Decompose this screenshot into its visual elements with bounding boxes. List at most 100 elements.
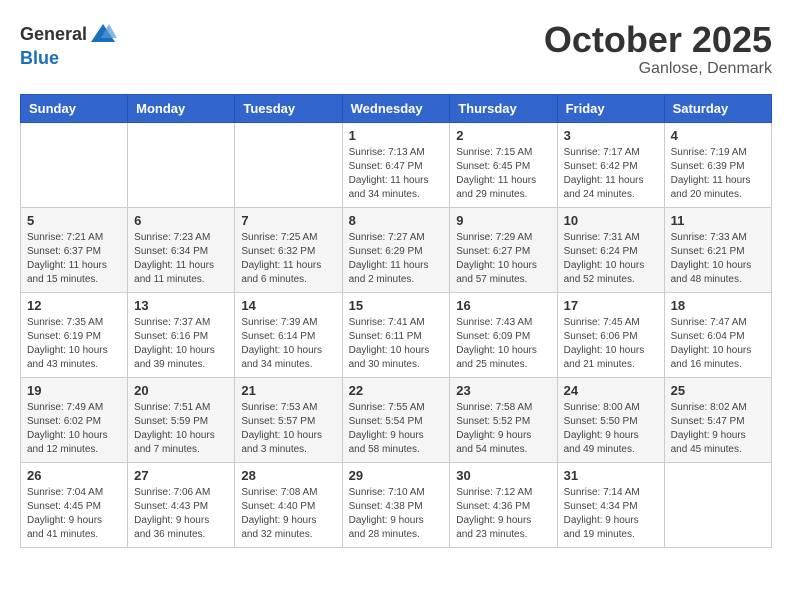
day-number: 2 [456, 128, 550, 143]
day-number: 28 [241, 468, 335, 483]
calendar-cell: 1 Sunrise: 7:13 AM Sunset: 6:47 PM Daylig… [342, 122, 450, 207]
calendar-cell: 20 Sunrise: 7:51 AM Sunset: 5:59 PM Dayli… [128, 377, 235, 462]
calendar-cell: 31Sunrise: 7:14 AM Sunset: 4:34 PM Dayli… [557, 462, 664, 547]
day-number: 13 [134, 298, 228, 313]
calendar-cell: 8Sunrise: 7:27 AM Sunset: 6:29 PM Daylig… [342, 207, 450, 292]
day-info: Sunrise: 7:29 AM Sunset: 6:27 PM Dayligh… [456, 231, 550, 287]
calendar-cell: 10 Sunrise: 7:31 AM Sunset: 6:24 PM Dayli… [557, 207, 664, 292]
day-number: 26 [27, 468, 121, 483]
day-info: Sunrise: 7:19 AM Sunset: 6:39 PM Dayligh… [671, 146, 765, 202]
day-info: Sunrise: 8:00 AM Sunset: 5:50 PM Dayligh… [564, 401, 658, 457]
calendar-cell: 17 Sunrise: 7:45 AM Sunset: 6:06 PM Dayli… [557, 292, 664, 377]
calendar-cell [664, 462, 771, 547]
day-number: 9 [456, 213, 550, 228]
calendar-week-row: 5Sunrise: 7:21 AM Sunset: 6:37 PM Daylig… [21, 207, 772, 292]
day-number: 15 [349, 298, 444, 313]
day-number: 30 [456, 468, 550, 483]
day-number: 22 [349, 383, 444, 398]
day-header-monday: Monday [128, 94, 235, 122]
day-number: 20 [134, 383, 228, 398]
day-number: 23 [456, 383, 550, 398]
day-number: 11 [671, 213, 765, 228]
day-info: Sunrise: 7:06 AM Sunset: 4:43 PM Dayligh… [134, 486, 228, 542]
day-info: Sunrise: 7:41 AM Sunset: 6:11 PM Dayligh… [349, 316, 444, 372]
calendar-cell: 24Sunrise: 8:00 AM Sunset: 5:50 PM Dayli… [557, 377, 664, 462]
calendar-week-row: 26 Sunrise: 7:04 AM Sunset: 4:45 PM Dayli… [21, 462, 772, 547]
day-number: 1 [349, 128, 444, 143]
day-number: 31 [564, 468, 658, 483]
calendar-cell: 27Sunrise: 7:06 AM Sunset: 4:43 PM Dayli… [128, 462, 235, 547]
day-number: 7 [241, 213, 335, 228]
calendar-cell: 28 Sunrise: 7:08 AM Sunset: 4:40 PM Dayli… [235, 462, 342, 547]
day-header-saturday: Saturday [664, 94, 771, 122]
day-number: 4 [671, 128, 765, 143]
day-number: 21 [241, 383, 335, 398]
day-info: Sunrise: 7:23 AM Sunset: 6:34 PM Dayligh… [134, 231, 228, 287]
day-header-thursday: Thursday [450, 94, 557, 122]
calendar-cell: 6 Sunrise: 7:23 AM Sunset: 6:34 PM Daylig… [128, 207, 235, 292]
day-info: Sunrise: 7:13 AM Sunset: 6:47 PM Dayligh… [349, 146, 444, 202]
calendar-cell: 5Sunrise: 7:21 AM Sunset: 6:37 PM Daylig… [21, 207, 128, 292]
day-info: Sunrise: 7:15 AM Sunset: 6:45 PM Dayligh… [456, 146, 550, 202]
calendar-cell: 25 Sunrise: 8:02 AM Sunset: 5:47 PM Dayli… [664, 377, 771, 462]
calendar-cell: 22 Sunrise: 7:55 AM Sunset: 5:54 PM Dayli… [342, 377, 450, 462]
day-header-friday: Friday [557, 94, 664, 122]
location: Ganlose, Denmark [544, 60, 772, 78]
day-number: 3 [564, 128, 658, 143]
day-info: Sunrise: 7:39 AM Sunset: 6:14 PM Dayligh… [241, 316, 335, 372]
day-info: Sunrise: 7:31 AM Sunset: 6:24 PM Dayligh… [564, 231, 658, 287]
day-info: Sunrise: 7:49 AM Sunset: 6:02 PM Dayligh… [27, 401, 121, 457]
logo-general: General [20, 24, 87, 45]
calendar-cell: 9 Sunrise: 7:29 AM Sunset: 6:27 PM Daylig… [450, 207, 557, 292]
title-section: October 2025 Ganlose, Denmark [544, 20, 772, 78]
calendar-header-row: SundayMondayTuesdayWednesdayThursdayFrid… [21, 94, 772, 122]
day-info: Sunrise: 7:53 AM Sunset: 5:57 PM Dayligh… [241, 401, 335, 457]
day-header-sunday: Sunday [21, 94, 128, 122]
calendar-week-row: 1 Sunrise: 7:13 AM Sunset: 6:47 PM Daylig… [21, 122, 772, 207]
day-info: Sunrise: 7:27 AM Sunset: 6:29 PM Dayligh… [349, 231, 444, 287]
logo-icon [89, 20, 117, 48]
calendar-cell: 29Sunrise: 7:10 AM Sunset: 4:38 PM Dayli… [342, 462, 450, 547]
calendar-week-row: 12 Sunrise: 7:35 AM Sunset: 6:19 PM Dayli… [21, 292, 772, 377]
day-info: Sunrise: 7:12 AM Sunset: 4:36 PM Dayligh… [456, 486, 550, 542]
day-info: Sunrise: 7:58 AM Sunset: 5:52 PM Dayligh… [456, 401, 550, 457]
day-number: 6 [134, 213, 228, 228]
day-info: Sunrise: 7:04 AM Sunset: 4:45 PM Dayligh… [27, 486, 121, 542]
day-info: Sunrise: 8:02 AM Sunset: 5:47 PM Dayligh… [671, 401, 765, 457]
day-info: Sunrise: 7:43 AM Sunset: 6:09 PM Dayligh… [456, 316, 550, 372]
calendar-cell: 21 Sunrise: 7:53 AM Sunset: 5:57 PM Dayli… [235, 377, 342, 462]
day-info: Sunrise: 7:08 AM Sunset: 4:40 PM Dayligh… [241, 486, 335, 542]
day-number: 14 [241, 298, 335, 313]
calendar-cell: 23 Sunrise: 7:58 AM Sunset: 5:52 PM Dayli… [450, 377, 557, 462]
day-number: 12 [27, 298, 121, 313]
day-number: 5 [27, 213, 121, 228]
calendar-week-row: 19Sunrise: 7:49 AM Sunset: 6:02 PM Dayli… [21, 377, 772, 462]
day-info: Sunrise: 7:51 AM Sunset: 5:59 PM Dayligh… [134, 401, 228, 457]
calendar-cell: 3 Sunrise: 7:17 AM Sunset: 6:42 PM Daylig… [557, 122, 664, 207]
day-info: Sunrise: 7:33 AM Sunset: 6:21 PM Dayligh… [671, 231, 765, 287]
day-number: 16 [456, 298, 550, 313]
day-info: Sunrise: 7:37 AM Sunset: 6:16 PM Dayligh… [134, 316, 228, 372]
calendar-cell: 7Sunrise: 7:25 AM Sunset: 6:32 PM Daylig… [235, 207, 342, 292]
calendar-cell [235, 122, 342, 207]
calendar-cell: 18Sunrise: 7:47 AM Sunset: 6:04 PM Dayli… [664, 292, 771, 377]
calendar-table: SundayMondayTuesdayWednesdayThursdayFrid… [20, 94, 772, 548]
day-number: 25 [671, 383, 765, 398]
day-info: Sunrise: 7:55 AM Sunset: 5:54 PM Dayligh… [349, 401, 444, 457]
month-title: October 2025 [544, 20, 772, 60]
calendar-cell [128, 122, 235, 207]
calendar-cell [21, 122, 128, 207]
day-info: Sunrise: 7:17 AM Sunset: 6:42 PM Dayligh… [564, 146, 658, 202]
logo-text: General Blue [20, 20, 117, 69]
calendar-cell: 12 Sunrise: 7:35 AM Sunset: 6:19 PM Dayli… [21, 292, 128, 377]
calendar-cell: 14 Sunrise: 7:39 AM Sunset: 6:14 PM Dayli… [235, 292, 342, 377]
calendar-cell: 15 Sunrise: 7:41 AM Sunset: 6:11 PM Dayli… [342, 292, 450, 377]
day-info: Sunrise: 7:10 AM Sunset: 4:38 PM Dayligh… [349, 486, 444, 542]
day-number: 10 [564, 213, 658, 228]
day-info: Sunrise: 7:45 AM Sunset: 6:06 PM Dayligh… [564, 316, 658, 372]
day-number: 17 [564, 298, 658, 313]
day-info: Sunrise: 7:35 AM Sunset: 6:19 PM Dayligh… [27, 316, 121, 372]
page-header: General Blue October 2025 Ganlose, Denma… [20, 20, 772, 78]
calendar-cell: 30 Sunrise: 7:12 AM Sunset: 4:36 PM Dayli… [450, 462, 557, 547]
calendar-cell: 16 Sunrise: 7:43 AM Sunset: 6:09 PM Dayli… [450, 292, 557, 377]
